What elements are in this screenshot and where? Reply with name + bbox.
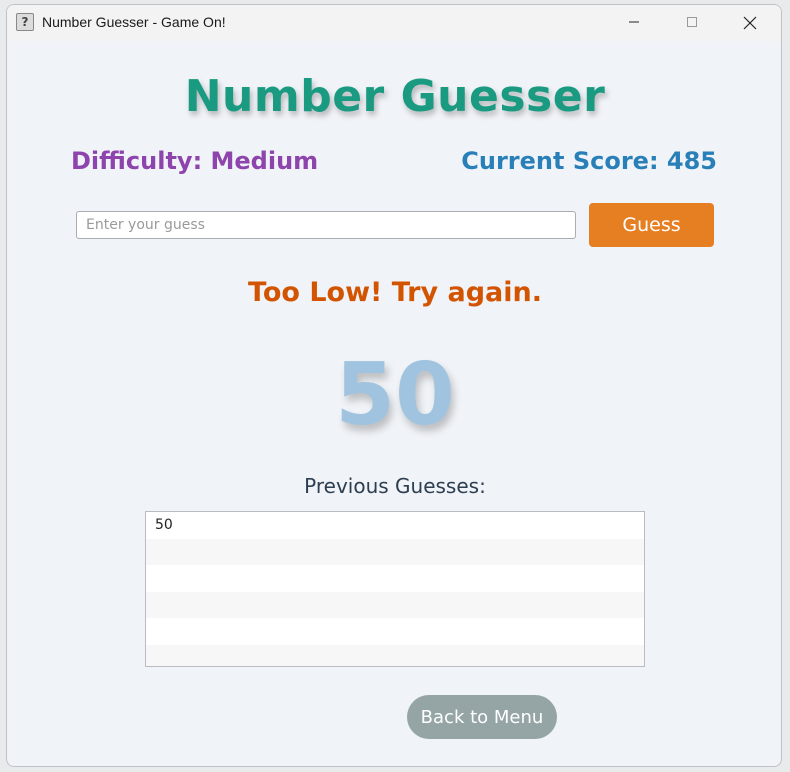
score-label: Current Score: 485 <box>461 147 717 175</box>
last-guess-display: 50 <box>335 345 455 445</box>
question-mark-icon: ? <box>16 13 34 31</box>
list-item[interactable] <box>146 644 644 666</box>
previous-guesses-label: Previous Guesses: <box>304 474 486 498</box>
back-to-menu-button[interactable]: Back to Menu <box>407 695 557 739</box>
list-item[interactable] <box>146 565 644 592</box>
close-button[interactable] <box>721 5 779 41</box>
window-title: Number Guesser - Game On! <box>42 14 226 30</box>
maximize-icon <box>687 17 697 27</box>
maximize-button[interactable] <box>663 5 721 41</box>
minimize-icon <box>629 21 639 23</box>
difficulty-label: Difficulty: Medium <box>71 147 319 175</box>
list-item[interactable] <box>146 591 644 619</box>
title-bar[interactable]: ? Number Guesser - Game On! <box>7 5 781 41</box>
previous-guesses-list[interactable]: 50 <box>145 511 645 667</box>
list-item[interactable] <box>146 618 644 645</box>
list-item[interactable]: 50 <box>146 512 644 539</box>
feedback-message: Too Low! Try again. <box>247 277 542 308</box>
page-title: Number Guesser <box>184 71 606 122</box>
guess-button[interactable]: Guess <box>589 203 714 247</box>
list-item[interactable] <box>146 538 644 566</box>
minimize-button[interactable] <box>605 5 663 41</box>
guess-input[interactable] <box>76 211 576 239</box>
app-window: ? Number Guesser - Game On! Number Guess… <box>6 4 782 767</box>
close-icon <box>743 16 757 30</box>
